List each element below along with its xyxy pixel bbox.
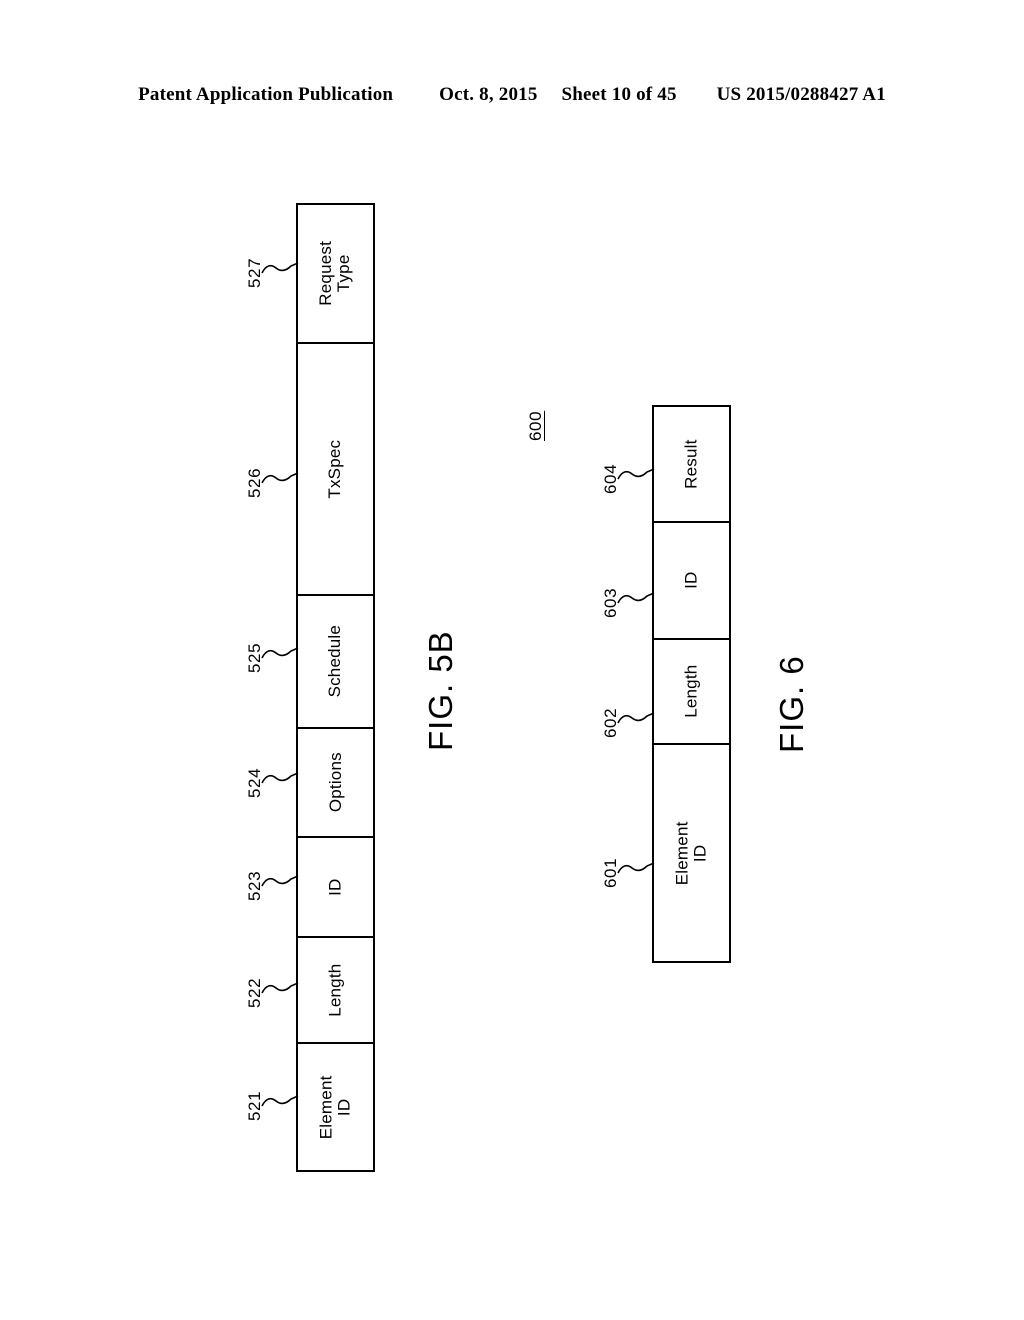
- leader-line-603: [617, 592, 655, 606]
- leader-line-522: [261, 982, 299, 996]
- leader-line-521: [261, 1095, 299, 1109]
- leader-line-526: [261, 472, 299, 486]
- figure-5b-field-id: ID: [298, 838, 373, 938]
- figure-5b-field-length: Length: [298, 938, 373, 1044]
- cell-label: Request Type: [316, 241, 354, 306]
- figure-5b-field-request-type: Request Type: [298, 205, 373, 344]
- cell-label: TxSpec: [325, 439, 345, 499]
- cell-label: Element ID: [316, 1075, 354, 1139]
- leader-line-601: [617, 862, 655, 876]
- figure-6-caption: FIG. 6: [773, 655, 810, 753]
- leader-line-525: [261, 647, 299, 661]
- leader-line-604: [617, 468, 655, 482]
- ref-numeral-600: 600: [526, 410, 545, 441]
- figure-5b-packet-box: Request Type TxSpec Schedule Options ID: [296, 203, 375, 1172]
- patent-publication-number: US 2015/0288427 A1: [716, 84, 886, 105]
- figure-6-field-result: Result: [654, 407, 729, 523]
- cell-label: ID: [325, 878, 345, 896]
- figure-6-packet-box: Result ID Length Element ID: [652, 405, 731, 963]
- publication-title: Patent Application Publication: [138, 84, 394, 105]
- leader-line-523: [261, 875, 299, 889]
- figure-5b-field-element-id: Element ID: [298, 1044, 373, 1170]
- cell-label: Options: [325, 752, 345, 813]
- page-header: Patent Application Publication Oct. 8, 2…: [0, 84, 1024, 106]
- figure-6-field-length: Length: [654, 640, 729, 745]
- figure-5b-field-options: Options: [298, 729, 373, 838]
- sheet-number: Sheet 10 of 45: [561, 84, 677, 105]
- cell-label: Schedule: [325, 625, 345, 698]
- figure-5b-field-schedule: Schedule: [298, 596, 373, 729]
- cell-label: Result: [681, 439, 701, 489]
- figure-5b-field-txspec: TxSpec: [298, 344, 373, 596]
- figure-6-field-element-id: Element ID: [654, 745, 729, 961]
- leader-line-602: [617, 712, 655, 726]
- figure-5b-caption: FIG. 5B: [422, 630, 459, 751]
- leader-line-527: [261, 262, 299, 276]
- figure-6-field-id: ID: [654, 523, 729, 640]
- cell-label: Length: [325, 963, 345, 1017]
- cell-label: Element ID: [672, 821, 710, 885]
- leader-line-524: [261, 772, 299, 786]
- cell-label: ID: [681, 571, 701, 590]
- publication-date: Oct. 8, 2015: [439, 84, 538, 105]
- cell-label: Length: [681, 664, 701, 719]
